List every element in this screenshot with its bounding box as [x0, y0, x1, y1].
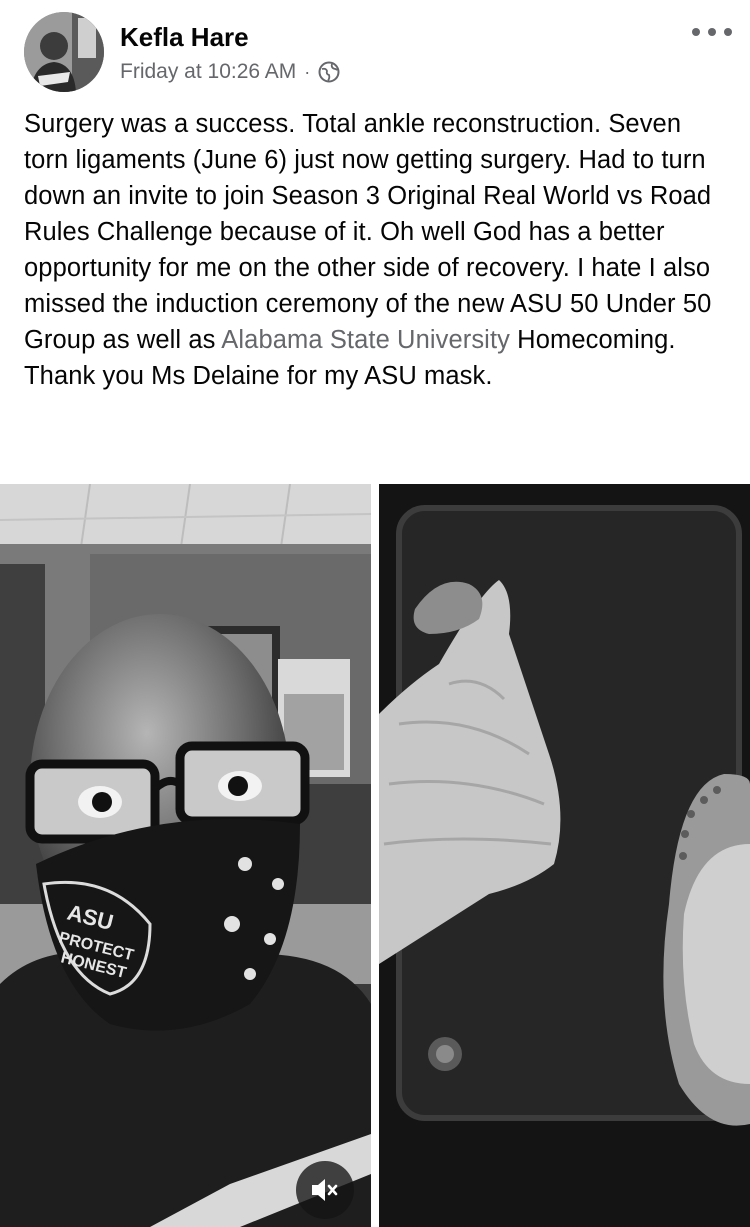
post-meta: Friday at 10:26 AM ·	[120, 60, 340, 84]
post-timestamp[interactable]: Friday at 10:26 AM	[120, 60, 296, 84]
speaker-muted-icon[interactable]	[296, 1161, 354, 1219]
photo-selfie[interactable]: ASU PROTECT HONEST	[0, 484, 371, 1227]
photo-leg-cast[interactable]	[379, 484, 750, 1227]
meta-separator: ·	[304, 61, 311, 82]
globe-icon[interactable]	[318, 61, 340, 83]
post-text: Surgery was a success. Total ankle recon…	[24, 106, 730, 394]
post-header: Kefla Hare Friday at 10:26 AM ·	[0, 0, 750, 100]
avatar[interactable]	[24, 12, 104, 92]
post-body-part-1: Surgery was a success. Total ankle recon…	[24, 110, 712, 354]
author-name[interactable]: Kefla Hare	[120, 22, 249, 53]
page-mention-link[interactable]: Alabama State University	[221, 326, 510, 354]
more-options-icon[interactable]	[692, 20, 732, 44]
